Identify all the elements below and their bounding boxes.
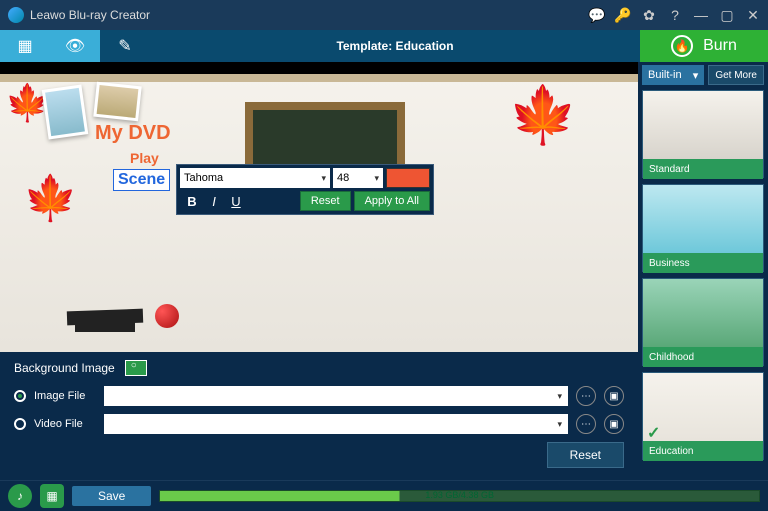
text-reset-button[interactable]: Reset xyxy=(300,191,351,211)
apple-decor-icon xyxy=(155,304,179,328)
video-file-input[interactable]: ▾ xyxy=(104,414,568,434)
app-title: Leawo Blu-ray Creator xyxy=(30,8,590,22)
play-text[interactable]: Play xyxy=(130,150,159,166)
italic-button[interactable]: I xyxy=(206,194,222,209)
menu-preview[interactable]: 🍁 🍁 🍁 My DVD Play Scene Tahoma▾ 48▾ xyxy=(0,62,638,352)
bg-thumb-icon[interactable] xyxy=(125,360,147,376)
template-label: Business xyxy=(643,253,763,273)
image-file-radio[interactable] xyxy=(14,390,26,402)
leaf-decor-icon: 🍁 xyxy=(23,172,78,224)
font-size-select[interactable]: 48▾ xyxy=(333,168,383,188)
apply-to-all-button[interactable]: Apply to All xyxy=(354,191,430,211)
checkmark-icon: ✓ xyxy=(647,423,660,443)
chat-icon[interactable]: 💬 xyxy=(590,8,604,22)
template-item-childhood[interactable]: Childhood xyxy=(642,278,764,366)
template-sidebar: Built-in▾ Get More ▸ Standard Business C… xyxy=(638,62,768,480)
chevron-down-icon: ▾ xyxy=(557,419,562,430)
key-icon[interactable]: 🔑 xyxy=(616,8,630,22)
leaf-decor-icon: 🍁 xyxy=(508,82,578,148)
image-browse-button[interactable]: ▣ xyxy=(604,386,624,406)
background-panel: Background Image Image File ▾ ⋯ ▣ Video … xyxy=(0,352,638,480)
burn-label: Burn xyxy=(703,37,737,55)
underline-button[interactable]: U xyxy=(228,194,244,209)
preview-button[interactable]: 👁 xyxy=(50,30,100,62)
photo-decor xyxy=(93,82,141,122)
close-icon[interactable]: ✕ xyxy=(746,8,760,22)
grid-view-button[interactable]: ▦ xyxy=(0,30,50,62)
app-logo-icon xyxy=(8,7,24,23)
burn-button[interactable]: 🔥 Burn xyxy=(640,30,768,62)
text-format-toolbar: Tahoma▾ 48▾ B I U Reset Apply to All xyxy=(176,164,434,215)
image-more-button[interactable]: ⋯ xyxy=(576,386,596,406)
bold-button[interactable]: B xyxy=(184,194,200,209)
template-item-standard[interactable]: Standard xyxy=(642,90,764,178)
template-item-education[interactable]: ✓ Education xyxy=(642,372,764,460)
maximize-icon[interactable]: ▢ xyxy=(720,8,734,22)
chevron-down-icon: ▾ xyxy=(693,69,699,82)
progress-text: 1.93 GB/4.38 GB xyxy=(160,490,759,500)
bottom-bar: ♪ ▦ Save 1.93 GB/4.38 GB xyxy=(0,480,768,511)
chevron-down-icon: ▾ xyxy=(557,391,562,402)
disc-title-text[interactable]: My DVD xyxy=(95,122,171,145)
chevron-down-icon: ▾ xyxy=(374,173,379,184)
video-browse-button[interactable]: ▣ xyxy=(604,414,624,434)
bg-header-label: Background Image xyxy=(14,361,115,375)
disc-size-progress: 1.93 GB/4.38 GB xyxy=(159,490,760,502)
font-family-select[interactable]: Tahoma▾ xyxy=(180,168,330,188)
main-toolbar: ▦ 👁 ✎ Template: Education 🔥 Burn xyxy=(0,30,768,62)
grad-cap-decor xyxy=(65,307,145,352)
save-button[interactable]: Save xyxy=(72,486,151,506)
template-category-select[interactable]: Built-in▾ xyxy=(642,65,704,85)
music-button[interactable]: ♪ xyxy=(8,484,32,508)
template-label: Education xyxy=(643,441,763,461)
bg-reset-button[interactable]: Reset xyxy=(547,442,624,468)
settings-icon[interactable]: ✿ xyxy=(642,8,656,22)
video-file-radio[interactable] xyxy=(14,418,26,430)
minimize-icon[interactable]: — xyxy=(694,8,708,22)
title-bar: Leawo Blu-ray Creator 💬 🔑 ✿ ? — ▢ ✕ xyxy=(0,0,768,30)
photo-decor xyxy=(42,84,89,139)
get-more-button[interactable]: Get More xyxy=(708,65,764,85)
help-icon[interactable]: ? xyxy=(668,8,682,22)
image-file-label: Image File xyxy=(34,390,96,402)
video-file-label: Video File xyxy=(34,418,96,430)
flame-icon: 🔥 xyxy=(671,35,693,57)
template-item-business[interactable]: Business xyxy=(642,184,764,272)
font-color-swatch[interactable] xyxy=(386,168,430,188)
edit-button[interactable]: ✎ xyxy=(100,30,150,62)
chevron-down-icon: ▾ xyxy=(321,173,326,184)
template-label: Childhood xyxy=(643,347,763,367)
video-more-button[interactable]: ⋯ xyxy=(576,414,596,434)
image-file-input[interactable]: ▾ xyxy=(104,386,568,406)
template-label: Standard xyxy=(643,159,763,179)
scene-text-selected[interactable]: Scene xyxy=(113,169,170,191)
template-title: Template: Education xyxy=(150,30,640,62)
gallery-button[interactable]: ▦ xyxy=(40,484,64,508)
